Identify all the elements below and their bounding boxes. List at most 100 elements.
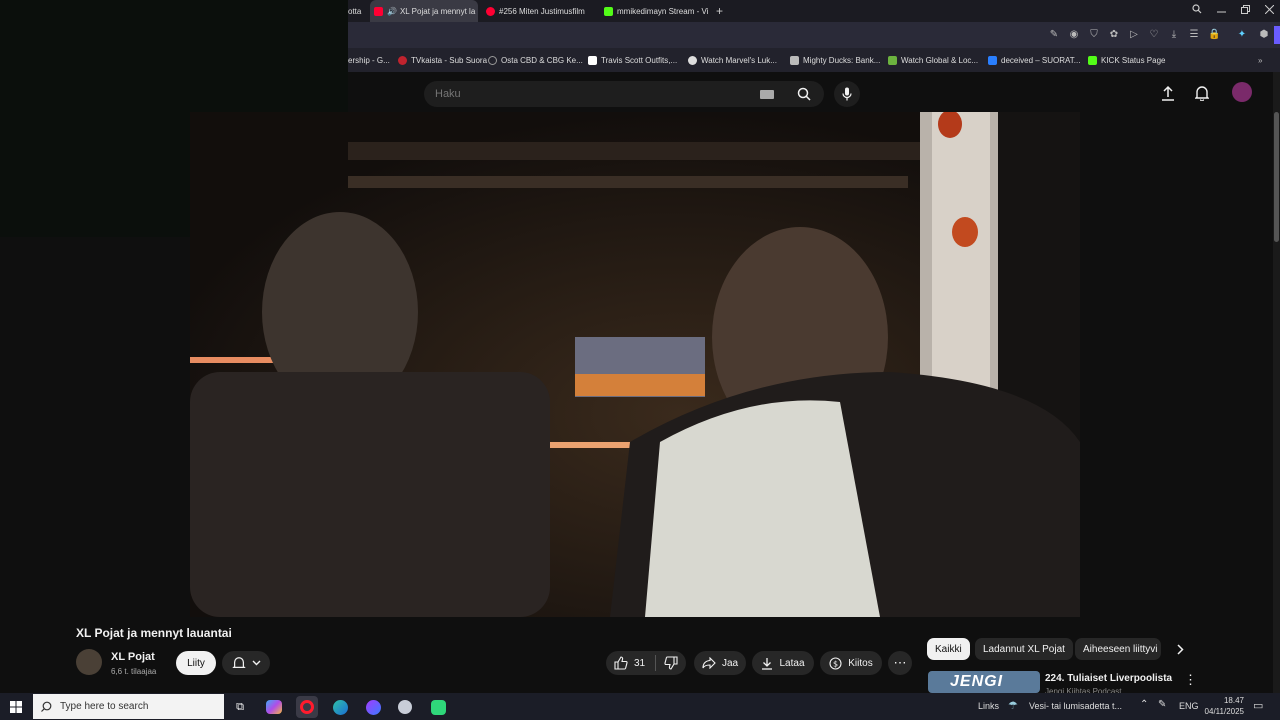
- deceived-icon: [988, 55, 997, 65]
- bookmark-item[interactable]: Osta CBD & CBG Ke...: [484, 48, 583, 72]
- chip-all[interactable]: Kaikki: [927, 638, 970, 660]
- weather-text[interactable]: Vesi- tai lumisadetta t...: [1029, 701, 1122, 711]
- shield-icon[interactable]: ⛉: [1088, 29, 1100, 41]
- heart-icon[interactable]: ♡: [1148, 29, 1160, 41]
- marvel-icon: [688, 55, 697, 65]
- subscriber-count: 6,6 t. tilaajaa: [111, 667, 157, 676]
- global-icon: [888, 55, 897, 65]
- thumbnail-text: JENGI: [950, 673, 1004, 690]
- like-count: 31: [634, 657, 646, 669]
- show-hidden-icons[interactable]: ⌃: [1140, 699, 1148, 710]
- bookmarks-overflow-icon[interactable]: »: [1258, 48, 1262, 72]
- bookmark-item[interactable]: Travis Scott Outfits,...: [584, 48, 677, 72]
- chip-related[interactable]: Aiheeseen liittyvi: [1075, 638, 1161, 660]
- tab-label: otta: [348, 6, 362, 16]
- pen-icon[interactable]: ✎: [1158, 699, 1166, 710]
- search-tabs-icon[interactable]: [1186, 0, 1208, 18]
- search-box: [424, 81, 824, 107]
- ai-icon[interactable]: ✦: [1236, 29, 1248, 41]
- links-toolbar[interactable]: Links: [978, 701, 999, 711]
- video-title: XL Pojat ja mennyt lauantai: [76, 626, 232, 640]
- menu-icon[interactable]: ☰: [1188, 29, 1200, 41]
- tab-label: mmikedimayn Stream - Vi: [617, 6, 709, 16]
- tvkaista-icon: [398, 55, 407, 65]
- close-window-icon[interactable]: [1258, 0, 1280, 18]
- app-icon[interactable]: [427, 696, 449, 718]
- page-scrollbar[interactable]: [1273, 72, 1280, 693]
- extensions-icon[interactable]: ✿: [1108, 29, 1120, 41]
- join-button[interactable]: Liity: [176, 651, 216, 675]
- browser-tab-active[interactable]: 🔊 XL Pojat ja mennyt la: [370, 0, 478, 22]
- bookmark-item[interactable]: KICK Status Page: [1084, 48, 1165, 72]
- browser-tab[interactable]: otta: [348, 0, 370, 22]
- bookmark-item[interactable]: Watch Global & Loc...: [884, 48, 978, 72]
- thanks-button[interactable]: $ Kiitos: [820, 651, 882, 675]
- avatar[interactable]: [1232, 82, 1252, 102]
- video-player[interactable]: [190, 112, 1080, 617]
- scrollbar-thumb[interactable]: [1274, 112, 1279, 242]
- windows-taskbar: Type here to search ⧉ Links ☂ Vesi- tai …: [0, 693, 1280, 720]
- lock-icon[interactable]: 🔒: [1208, 29, 1220, 41]
- left-background: [0, 237, 190, 617]
- channel-avatar[interactable]: [76, 649, 102, 675]
- bell-icon: [231, 657, 246, 668]
- bookmark-item[interactable]: Watch Marvel's Luk...: [684, 48, 777, 72]
- recommendation-more-icon[interactable]: ⋮: [1184, 672, 1197, 688]
- microphone-icon[interactable]: [834, 81, 860, 107]
- recommendation-thumbnail[interactable]: JENGI: [928, 671, 1040, 693]
- copilot-icon[interactable]: [263, 696, 285, 718]
- language-indicator[interactable]: ENG: [1179, 701, 1199, 711]
- like-icon[interactable]: [614, 656, 628, 670]
- download-button[interactable]: Lataa: [752, 651, 814, 675]
- divider: [655, 655, 657, 671]
- dislike-icon[interactable]: [664, 656, 678, 670]
- sidebar-accent: [1274, 26, 1280, 44]
- search-input[interactable]: [424, 87, 760, 101]
- keyboard-icon[interactable]: [760, 89, 774, 99]
- bookmark-item[interactable]: deceived – SUORAT...: [984, 48, 1080, 72]
- vpn-icon[interactable]: [394, 696, 416, 718]
- new-tab-button[interactable]: +: [716, 0, 730, 22]
- youtube-icon: [374, 6, 383, 16]
- edge-icon[interactable]: [329, 696, 351, 718]
- play-icon[interactable]: ▷: [1128, 29, 1140, 41]
- travis-icon: [588, 55, 597, 65]
- video-frame: [190, 112, 1080, 617]
- bookmarks-bar: ership - G... TVkaista - Sub Suora Osta …: [348, 48, 1280, 72]
- minimize-icon[interactable]: [1210, 0, 1232, 18]
- opera-icon[interactable]: [296, 696, 318, 718]
- browser-tab[interactable]: #256 Miten Justimusfilm: [482, 0, 594, 22]
- subscribe-bell-button[interactable]: [222, 651, 270, 675]
- more-actions-icon[interactable]: ⋯: [888, 651, 912, 675]
- kick-icon: [1088, 55, 1097, 65]
- camera-icon[interactable]: ◉: [1068, 29, 1080, 41]
- clock[interactable]: 18.47 04/11/2025: [1204, 695, 1244, 717]
- bookmark-item[interactable]: Mighty Ducks: Bank...: [786, 48, 880, 72]
- chip-uploaded-by[interactable]: Ladannut XL Pojat: [975, 638, 1073, 660]
- download-icon[interactable]: ⤓: [1168, 29, 1180, 41]
- task-view-icon[interactable]: ⧉: [229, 696, 251, 718]
- channel-name[interactable]: XL Pojat: [111, 651, 155, 663]
- bookmark-item[interactable]: ership - G...: [348, 48, 390, 72]
- upload-icon[interactable]: [1160, 84, 1176, 102]
- restore-icon[interactable]: [1234, 0, 1256, 18]
- search-icon[interactable]: [784, 81, 824, 107]
- notifications-icon[interactable]: [1194, 84, 1210, 102]
- cube-icon[interactable]: ⬢: [1258, 29, 1270, 41]
- browser-tab[interactable]: mmikedimayn Stream - Vi: [600, 0, 710, 22]
- notification-center-icon[interactable]: ▭: [1253, 699, 1263, 712]
- weather-icon[interactable]: ☂: [1008, 699, 1018, 712]
- windows-start-icon[interactable]: [5, 696, 27, 718]
- share-button[interactable]: Jaa: [694, 651, 746, 675]
- download-icon: [762, 657, 773, 670]
- clock-date: 04/11/2025: [1204, 707, 1244, 716]
- chevron-right-icon[interactable]: [1172, 641, 1188, 657]
- bookmark-item[interactable]: TVkaista - Sub Suora: [394, 48, 487, 72]
- speaker-icon[interactable]: 🔊: [387, 7, 397, 16]
- recommendation-title[interactable]: 224. Tuliaiset Liverpoolista: [1045, 673, 1175, 684]
- taskbar-search[interactable]: Type here to search: [33, 694, 224, 719]
- search-icon: [41, 701, 52, 712]
- svg-text:$: $: [833, 659, 838, 668]
- edit-icon[interactable]: ✎: [1048, 29, 1060, 41]
- messenger-icon[interactable]: [362, 696, 384, 718]
